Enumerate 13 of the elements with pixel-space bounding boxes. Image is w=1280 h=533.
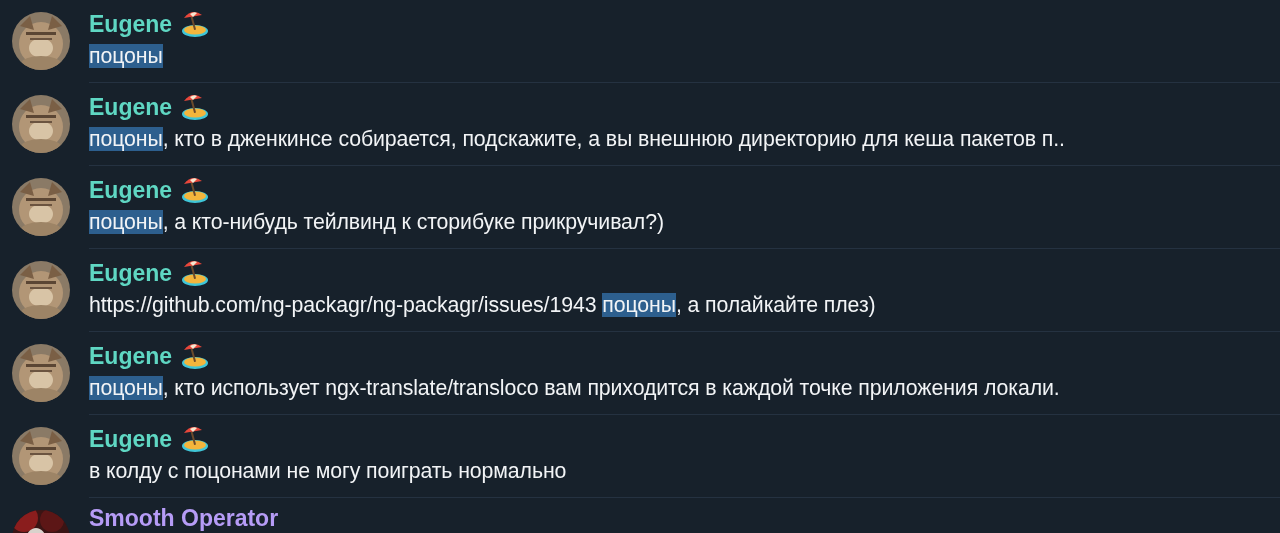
author-name[interactable]: Eugene: [89, 6, 173, 42]
message-text: в колду с поцонами не могу поиграть нормально: [89, 458, 567, 485]
author-name[interactable]: Smooth Operator: [89, 500, 279, 533]
author-name[interactable]: Eugene: [89, 421, 173, 457]
author-name[interactable]: Eugene: [89, 89, 173, 125]
author-name[interactable]: Eugene: [89, 255, 173, 291]
message-text: поцоны, кто использует ngx-translate/transloco вам приходится в каждой точке приложения локали.: [89, 375, 1060, 402]
message-text: поцоны, кто в дженкинсе собирается, подскажите, а вы внешнюю директорию для кеша пакетов п..: [89, 126, 1065, 153]
author-name[interactable]: Eugene: [89, 338, 173, 374]
message-text: https://github.com/ng-packagr/ng-packagr/issues/1943 поцоны, а полайкайте плез): [89, 292, 876, 319]
message-text: поцоны, а кто-нибудь тейлвинд к сторибуке прикручивал?): [89, 209, 664, 236]
author-name[interactable]: Eugene: [89, 172, 173, 208]
message-text: поцоны: [89, 43, 163, 70]
